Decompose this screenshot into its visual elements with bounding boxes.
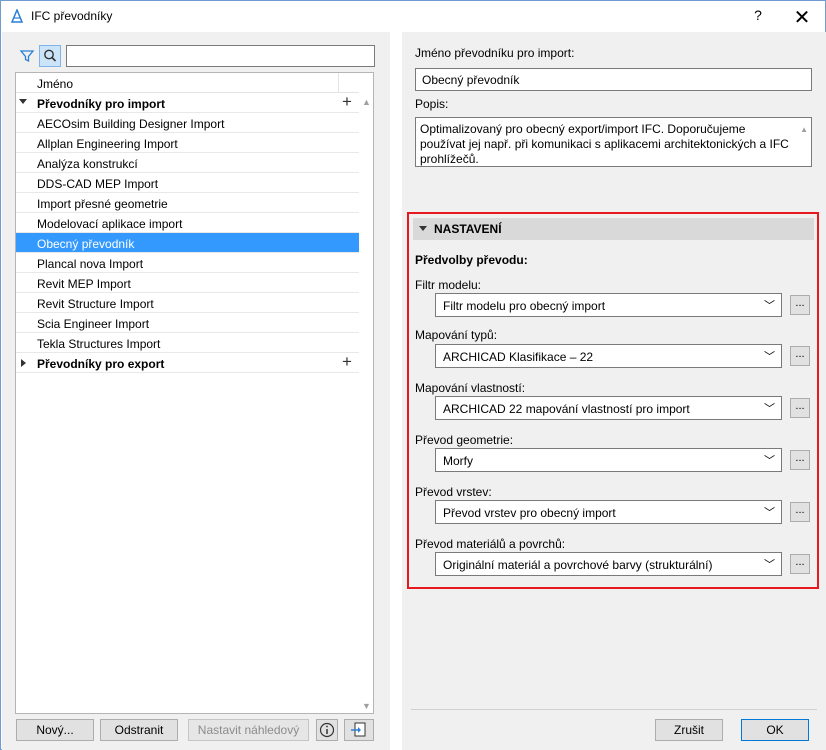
material-conversion-edit-button[interactable]: ... [790, 554, 810, 574]
select-value: ARCHICAD 22 mapování vlastností pro impo… [443, 402, 690, 416]
translator-tree: Jméno Převodníky pro import + AECOsim Bu… [15, 72, 374, 714]
list-item-label: Obecný převodník [37, 237, 135, 251]
model-filter-edit-button[interactable]: ... [790, 295, 810, 315]
expand-arrow-icon[interactable] [19, 99, 27, 104]
expand-arrow-icon[interactable] [419, 226, 427, 231]
chevron-down-icon: ﹀ [764, 403, 775, 415]
window-title: IFC převodníky [31, 9, 113, 23]
list-item[interactable]: AECOsim Building Designer Import [16, 113, 359, 133]
select-value: Originální materiál a povrchové barvy (s… [443, 558, 713, 572]
chevron-down-icon: ﹀ [764, 507, 775, 519]
description-text: Optimalizovaný pro obecný export/import … [420, 122, 789, 166]
scroll-up-icon[interactable]: ▲ [362, 97, 372, 107]
help-button[interactable]: ? [746, 7, 770, 27]
info-icon [319, 722, 335, 738]
new-button[interactable]: Nový... [16, 719, 94, 741]
list-item-label: Tekla Structures Import [37, 337, 161, 351]
list-item-label: AECOsim Building Designer Import [37, 117, 225, 131]
search-icon [44, 49, 57, 62]
column-divider [338, 73, 339, 92]
close-button[interactable]: ✕ [787, 4, 817, 30]
footer-divider [411, 709, 817, 710]
layer-conversion-edit-button[interactable]: ... [790, 502, 810, 522]
import-file-button[interactable] [344, 719, 374, 741]
title-bar: IFC převodníky ? ✕ [1, 1, 825, 32]
property-mapping-edit-button[interactable]: ... [790, 398, 810, 418]
select-value: Převod vrstev pro obecný import [443, 506, 616, 520]
list-item[interactable]: Tekla Structures Import [16, 333, 359, 353]
translator-name-field[interactable]: Obecný převodník [415, 68, 812, 91]
model-filter-select[interactable]: Filtr modelu pro obecný import ﹀ [435, 293, 782, 317]
list-item[interactable]: Revit Structure Import [16, 293, 359, 313]
description-field[interactable]: Optimalizovaný pro obecný export/import … [415, 117, 812, 167]
group-label: Převodníky pro export [37, 357, 165, 371]
chevron-down-icon: ﹀ [764, 455, 775, 467]
list-item-label: Allplan Engineering Import [37, 137, 178, 151]
list-item-label: Revit MEP Import [37, 277, 131, 291]
list-item-label: Scia Engineer Import [37, 317, 150, 331]
geometry-conversion-label: Převod geometrie: [415, 433, 514, 447]
geometry-conversion-edit-button[interactable]: ... [790, 450, 810, 470]
add-import-translator-icon[interactable]: + [339, 93, 355, 110]
chevron-down-icon: ﹀ [764, 351, 775, 363]
type-mapping-label: Mapování typů: [415, 328, 498, 342]
column-header: Jméno [16, 73, 359, 93]
ifc-translators-dialog: IFC převodníky ? ✕ Jméno Převodníky pro … [0, 0, 826, 750]
layer-conversion-select[interactable]: Převod vrstev pro obecný import ﹀ [435, 500, 782, 524]
tree-group-export[interactable]: Převodníky pro export + [16, 353, 359, 373]
description-label: Popis: [415, 97, 449, 111]
list-item-label: Analýza konstrukcí [37, 157, 138, 171]
layer-conversion-label: Převod vrstev: [415, 485, 492, 499]
tree-group-import[interactable]: Převodníky pro import + [16, 93, 359, 113]
material-conversion-label: Převod materiálů a povrchů: [415, 537, 566, 551]
list-item-label: Modelovací aplikace import [37, 217, 183, 231]
list-item[interactable]: Analýza konstrukcí [16, 153, 359, 173]
add-export-translator-icon[interactable]: + [339, 353, 355, 370]
section-title: NASTAVENÍ [434, 222, 502, 236]
list-item-selected[interactable]: Obecný převodník [16, 233, 359, 253]
list-item[interactable]: Revit MEP Import [16, 273, 359, 293]
model-filter-label: Filtr modelu: [415, 278, 482, 292]
list-item-label: Plancal nova Import [37, 257, 144, 271]
list-item-label: Import přesné geometrie [37, 197, 168, 211]
filter-icon[interactable] [18, 47, 36, 65]
material-conversion-select[interactable]: Originální materiál a povrchové barvy (s… [435, 552, 782, 576]
textarea-scroll-icon[interactable]: ▲ [800, 122, 808, 137]
search-toggle-button[interactable] [39, 45, 61, 67]
collapse-arrow-icon[interactable] [21, 359, 26, 367]
property-mapping-label: Mapování vlastností: [415, 381, 526, 395]
type-mapping-edit-button[interactable]: ... [790, 346, 810, 366]
list-item[interactable]: Import přesné geometrie [16, 193, 359, 213]
archicad-app-icon [10, 9, 24, 23]
cancel-button[interactable]: Zrušit [655, 719, 723, 741]
chevron-down-icon: ﹀ [764, 300, 775, 312]
import-file-icon [351, 722, 366, 737]
list-item[interactable]: Scia Engineer Import [16, 313, 359, 333]
select-value: Filtr modelu pro obecný import [443, 299, 606, 313]
select-value: Morfy [443, 454, 473, 468]
geometry-conversion-select[interactable]: Morfy ﹀ [435, 448, 782, 472]
info-button[interactable] [316, 719, 338, 741]
list-item[interactable]: Allplan Engineering Import [16, 133, 359, 153]
ok-button[interactable]: OK [741, 719, 809, 741]
group-label: Převodníky pro import [37, 97, 166, 111]
type-mapping-select[interactable]: ARCHICAD Klasifikace – 22 ﹀ [435, 344, 782, 368]
list-item-label: DDS-CAD MEP Import [37, 177, 159, 191]
translator-name-label: Jméno převodníku pro import: [415, 46, 575, 60]
list-item-label: Revit Structure Import [37, 297, 154, 311]
presets-heading: Předvolby převodu: [415, 253, 528, 267]
pane-splitter[interactable] [390, 32, 402, 750]
select-value: ARCHICAD Klasifikace – 22 [443, 350, 594, 364]
list-item[interactable]: Plancal nova Import [16, 253, 359, 273]
list-item[interactable]: DDS-CAD MEP Import [16, 173, 359, 193]
column-header-name[interactable]: Jméno [37, 77, 73, 91]
list-item[interactable]: Modelovací aplikace import [16, 213, 359, 233]
set-as-default-button[interactable]: Nastavit náhledový [188, 719, 309, 741]
search-input[interactable] [66, 45, 375, 67]
property-mapping-select[interactable]: ARCHICAD 22 mapování vlastností pro impo… [435, 396, 782, 420]
settings-section-header[interactable]: NASTAVENÍ [413, 218, 814, 240]
scroll-down-icon[interactable]: ▼ [362, 701, 372, 711]
chevron-down-icon: ﹀ [764, 559, 775, 571]
delete-button[interactable]: Odstranit [100, 719, 178, 741]
